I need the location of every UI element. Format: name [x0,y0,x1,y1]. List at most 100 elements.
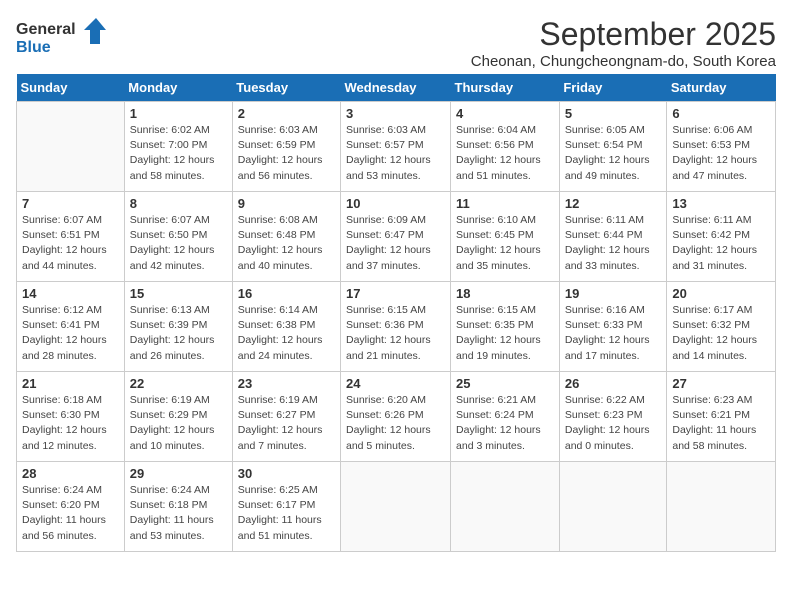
calendar-week-row: 1 Sunrise: 6:02 AMSunset: 7:00 PMDaylight… [17,102,776,192]
calendar-cell: 15 Sunrise: 6:13 AMSunset: 6:39 PMDayligh… [124,282,232,372]
day-info: Sunrise: 6:04 AMSunset: 6:56 PMDaylight:… [456,123,554,184]
day-number: 1 [130,106,227,121]
day-info: Sunrise: 6:15 AMSunset: 6:36 PMDaylight:… [346,303,445,364]
day-number: 19 [565,286,662,301]
day-number: 21 [22,376,119,391]
calendar-cell: 23 Sunrise: 6:19 AMSunset: 6:27 PMDayligh… [232,372,340,462]
day-number: 24 [346,376,445,391]
calendar-week-row: 28Sunrise: 6:24 AMSunset: 6:20 PMDayligh… [17,462,776,552]
calendar-cell: 20 Sunrise: 6:17 AMSunset: 6:32 PMDayligh… [667,282,776,372]
day-number: 16 [238,286,335,301]
day-info: Sunrise: 6:24 AMSunset: 6:18 PMDaylight:… [130,483,227,544]
day-info: Sunrise: 6:13 AMSunset: 6:39 PMDaylight:… [130,303,227,364]
logo: General Blue [16,16,106,61]
day-info: Sunrise: 6:05 AMSunset: 6:54 PMDaylight:… [565,123,662,184]
calendar-cell: 18Sunrise: 6:15 AMSunset: 6:35 PMDayligh… [451,282,560,372]
calendar-cell [17,102,125,192]
calendar-cell [451,462,560,552]
calendar-week-row: 7Sunrise: 6:07 AMSunset: 6:51 PMDaylight… [17,192,776,282]
calendar-cell: 25 Sunrise: 6:21 AMSunset: 6:24 PMDayligh… [451,372,560,462]
day-info: Sunrise: 6:21 AMSunset: 6:24 PMDaylight:… [456,393,554,454]
calendar-cell [341,462,451,552]
day-info: Sunrise: 6:11 AMSunset: 6:44 PMDaylight:… [565,213,662,274]
calendar-cell: 16Sunrise: 6:14 AMSunset: 6:38 PMDayligh… [232,282,340,372]
day-info: Sunrise: 6:12 AMSunset: 6:41 PMDaylight:… [22,303,119,364]
calendar-cell: 27Sunrise: 6:23 AMSunset: 6:21 PMDayligh… [667,372,776,462]
calendar-table: SundayMondayTuesdayWednesdayThursdayFrid… [16,74,776,552]
month-title: September 2025 [471,16,776,53]
day-info: Sunrise: 6:02 AMSunset: 7:00 PMDaylight:… [130,123,227,184]
header-row: SundayMondayTuesdayWednesdayThursdayFrid… [17,74,776,102]
day-header: Friday [559,74,667,102]
day-info: Sunrise: 6:24 AMSunset: 6:20 PMDaylight:… [22,483,119,544]
day-number: 9 [238,196,335,211]
calendar-cell: 6 Sunrise: 6:06 AMSunset: 6:53 PMDaylight… [667,102,776,192]
day-header: Wednesday [341,74,451,102]
calendar-cell: 28Sunrise: 6:24 AMSunset: 6:20 PMDayligh… [17,462,125,552]
day-info: Sunrise: 6:03 AMSunset: 6:59 PMDaylight:… [238,123,335,184]
day-number: 30 [238,466,335,481]
day-number: 6 [672,106,770,121]
calendar-cell: 26 Sunrise: 6:22 AMSunset: 6:23 PMDayligh… [559,372,667,462]
day-info: Sunrise: 6:08 AMSunset: 6:48 PMDaylight:… [238,213,335,274]
day-number: 29 [130,466,227,481]
calendar-cell [559,462,667,552]
calendar-cell: 2 Sunrise: 6:03 AMSunset: 6:59 PMDaylight… [232,102,340,192]
calendar-cell: 17 Sunrise: 6:15 AMSunset: 6:36 PMDayligh… [341,282,451,372]
day-number: 25 [456,376,554,391]
day-info: Sunrise: 6:25 AMSunset: 6:17 PMDaylight:… [238,483,335,544]
day-info: Sunrise: 6:19 AMSunset: 6:29 PMDaylight:… [130,393,227,454]
calendar-cell: 22 Sunrise: 6:19 AMSunset: 6:29 PMDayligh… [124,372,232,462]
day-header: Sunday [17,74,125,102]
day-header: Tuesday [232,74,340,102]
day-info: Sunrise: 6:22 AMSunset: 6:23 PMDaylight:… [565,393,662,454]
day-number: 26 [565,376,662,391]
day-number: 4 [456,106,554,121]
subtitle: Cheonan, Chungcheongnam-do, South Korea [471,53,776,70]
title-area: September 2025 Cheonan, Chungcheongnam-d… [471,16,776,70]
calendar-cell: 12 Sunrise: 6:11 AMSunset: 6:44 PMDayligh… [559,192,667,282]
calendar-cell: 19 Sunrise: 6:16 AMSunset: 6:33 PMDayligh… [559,282,667,372]
day-number: 20 [672,286,770,301]
calendar-cell: 13Sunrise: 6:11 AMSunset: 6:42 PMDayligh… [667,192,776,282]
day-number: 2 [238,106,335,121]
calendar-week-row: 21 Sunrise: 6:18 AMSunset: 6:30 PMDayligh… [17,372,776,462]
day-number: 12 [565,196,662,211]
day-info: Sunrise: 6:19 AMSunset: 6:27 PMDaylight:… [238,393,335,454]
day-info: Sunrise: 6:09 AMSunset: 6:47 PMDaylight:… [346,213,445,274]
calendar-week-row: 14 Sunrise: 6:12 AMSunset: 6:41 PMDayligh… [17,282,776,372]
day-info: Sunrise: 6:20 AMSunset: 6:26 PMDaylight:… [346,393,445,454]
day-info: Sunrise: 6:07 AMSunset: 6:50 PMDaylight:… [130,213,227,274]
day-info: Sunrise: 6:11 AMSunset: 6:42 PMDaylight:… [672,213,770,274]
day-number: 8 [130,196,227,211]
day-number: 15 [130,286,227,301]
day-header: Monday [124,74,232,102]
calendar-cell: 11Sunrise: 6:10 AMSunset: 6:45 PMDayligh… [451,192,560,282]
calendar-cell: 9 Sunrise: 6:08 AMSunset: 6:48 PMDaylight… [232,192,340,282]
day-info: Sunrise: 6:07 AMSunset: 6:51 PMDaylight:… [22,213,119,274]
day-info: Sunrise: 6:10 AMSunset: 6:45 PMDaylight:… [456,213,554,274]
day-info: Sunrise: 6:17 AMSunset: 6:32 PMDaylight:… [672,303,770,364]
calendar-cell: 1 Sunrise: 6:02 AMSunset: 7:00 PMDaylight… [124,102,232,192]
calendar-cell: 14 Sunrise: 6:12 AMSunset: 6:41 PMDayligh… [17,282,125,372]
day-number: 3 [346,106,445,121]
day-number: 22 [130,376,227,391]
day-number: 23 [238,376,335,391]
day-number: 17 [346,286,445,301]
day-header: Thursday [451,74,560,102]
calendar-cell: 8 Sunrise: 6:07 AMSunset: 6:50 PMDaylight… [124,192,232,282]
day-info: Sunrise: 6:06 AMSunset: 6:53 PMDaylight:… [672,123,770,184]
day-info: Sunrise: 6:16 AMSunset: 6:33 PMDaylight:… [565,303,662,364]
calendar-cell: 4 Sunrise: 6:04 AMSunset: 6:56 PMDaylight… [451,102,560,192]
calendar-cell: 5 Sunrise: 6:05 AMSunset: 6:54 PMDaylight… [559,102,667,192]
calendar-cell: 30 Sunrise: 6:25 AMSunset: 6:17 PMDayligh… [232,462,340,552]
svg-text:Blue: Blue [16,39,51,56]
day-number: 5 [565,106,662,121]
day-info: Sunrise: 6:03 AMSunset: 6:57 PMDaylight:… [346,123,445,184]
day-info: Sunrise: 6:18 AMSunset: 6:30 PMDaylight:… [22,393,119,454]
day-number: 14 [22,286,119,301]
calendar-cell [667,462,776,552]
logo-svg: General Blue [16,16,106,61]
calendar-cell: 24 Sunrise: 6:20 AMSunset: 6:26 PMDayligh… [341,372,451,462]
day-number: 10 [346,196,445,211]
